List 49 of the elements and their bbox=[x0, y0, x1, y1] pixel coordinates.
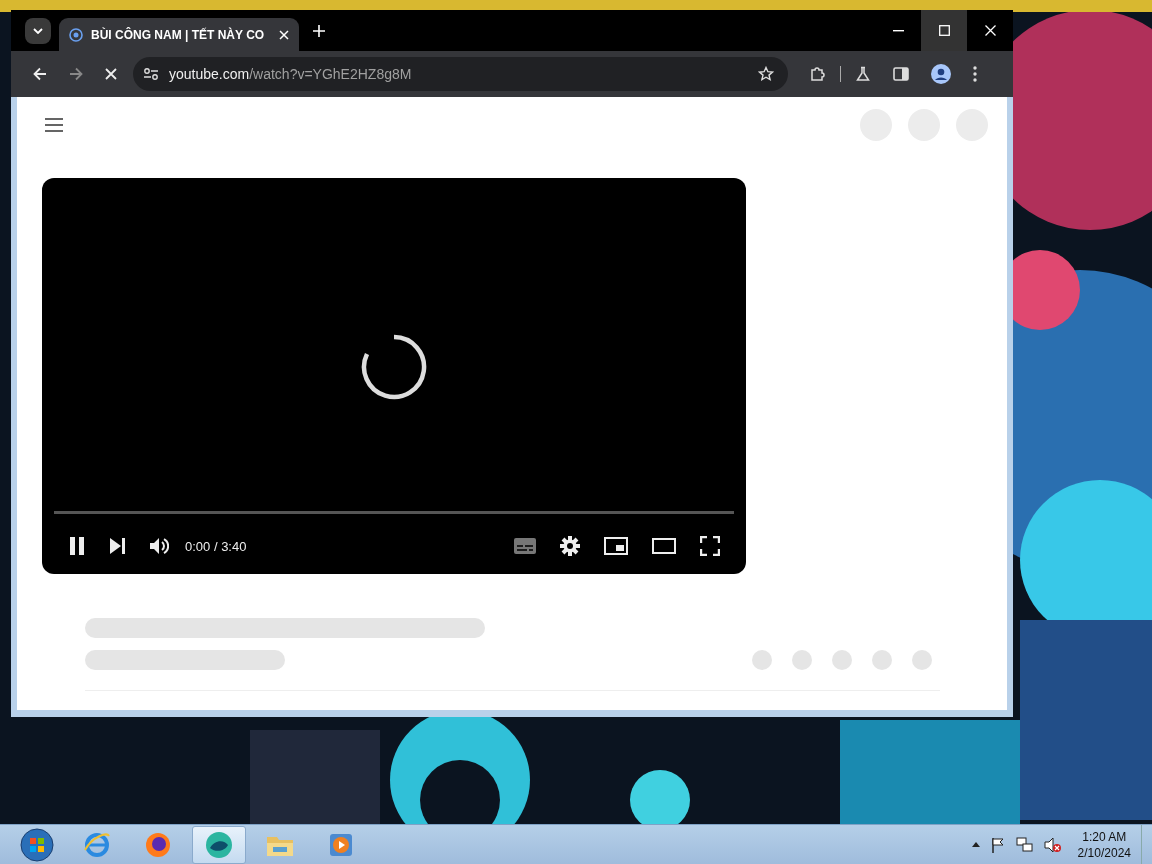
favicon-icon bbox=[69, 27, 83, 42]
clock-time: 1:20 AM bbox=[1082, 828, 1127, 845]
clock[interactable]: 1:20 AM 2/10/2024 bbox=[1073, 828, 1135, 861]
back-icon[interactable] bbox=[33, 67, 47, 81]
site-settings-icon[interactable] bbox=[143, 67, 159, 81]
url-text: youtube.com/watch?v=YGhE2HZ8g8M bbox=[169, 66, 412, 82]
volume-icon[interactable] bbox=[149, 537, 169, 555]
menu-icon[interactable] bbox=[45, 118, 63, 132]
close-icon[interactable] bbox=[279, 29, 289, 40]
settings-icon[interactable] bbox=[560, 536, 580, 556]
wave-globe-icon bbox=[204, 829, 234, 860]
placeholder-circle bbox=[752, 650, 772, 670]
placeholder-circle bbox=[792, 650, 812, 670]
new-tab-icon[interactable] bbox=[313, 24, 325, 37]
start-button[interactable] bbox=[20, 827, 54, 862]
browser-tab[interactable]: BÙI CÔNG NAM | TẾT NÀY CO bbox=[59, 18, 299, 51]
close-icon bbox=[984, 25, 996, 36]
time-display: 0:00 / 3:40 bbox=[185, 538, 247, 554]
maximize-icon bbox=[938, 25, 950, 36]
tab-title: BÙI CÔNG NAM | TẾT NÀY CO bbox=[91, 27, 266, 42]
caret-icon[interactable] bbox=[971, 842, 980, 847]
forward-icon[interactable] bbox=[69, 67, 83, 81]
next-icon[interactable] bbox=[109, 538, 125, 554]
menu-icon[interactable] bbox=[973, 66, 977, 82]
fullscreen-icon[interactable] bbox=[700, 536, 720, 556]
placeholder-circle bbox=[912, 650, 932, 670]
address-bar[interactable]: youtube.com/watch?v=YGhE2HZ8g8M bbox=[133, 57, 788, 91]
stop-icon[interactable] bbox=[105, 68, 117, 80]
star-icon[interactable] bbox=[758, 66, 774, 82]
placeholder-circle bbox=[832, 650, 852, 670]
flask-icon[interactable] bbox=[855, 66, 871, 82]
pause-icon[interactable] bbox=[69, 537, 85, 555]
subtitles-icon[interactable] bbox=[514, 538, 536, 554]
clock-date: 2/10/2024 bbox=[1077, 844, 1131, 861]
side-panel-icon[interactable] bbox=[893, 67, 909, 81]
caret-icon bbox=[33, 27, 43, 34]
taskbar-button[interactable] bbox=[192, 825, 246, 864]
profile-icon[interactable] bbox=[931, 64, 951, 84]
theater-mode-icon[interactable] bbox=[652, 538, 676, 554]
maximize-button[interactable] bbox=[921, 10, 967, 51]
flag-icon[interactable] bbox=[989, 836, 1006, 853]
muted-speaker-icon[interactable] bbox=[1043, 836, 1062, 853]
tab-search-button[interactable] bbox=[25, 17, 51, 44]
miniplayer-icon[interactable] bbox=[604, 537, 628, 555]
minimize-icon bbox=[892, 29, 904, 32]
puzzle-icon[interactable] bbox=[810, 66, 826, 82]
network-icon[interactable] bbox=[1015, 836, 1034, 853]
loading-spinner-icon bbox=[360, 332, 428, 401]
placeholder-circle bbox=[872, 650, 892, 670]
